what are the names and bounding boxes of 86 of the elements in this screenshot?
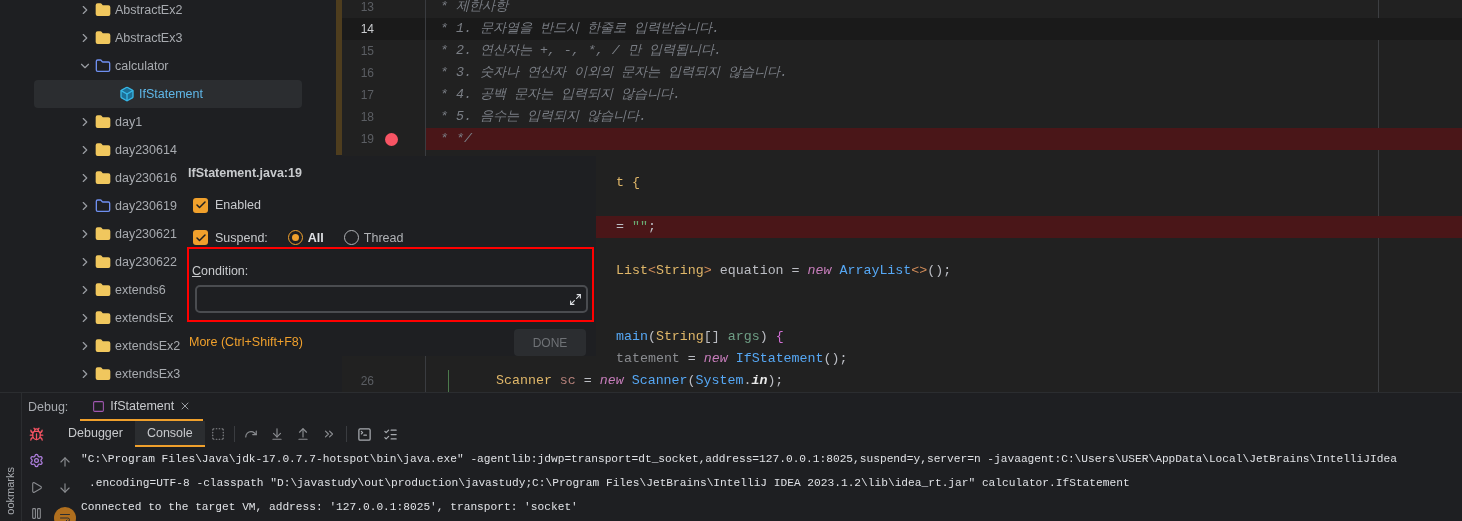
line-number: 15 <box>359 43 374 60</box>
app-icon <box>92 399 106 413</box>
code-text: = ""; <box>616 218 656 237</box>
code-text: tatement = new IfStatement(); <box>616 350 848 369</box>
panel-tab[interactable]: Console <box>134 421 205 447</box>
console-line: "C:\Program Files\Java\jdk-17.0.7.7-hotspot\bin\java.exe" -agentlib:jdwp=transport=dt_socket,address=127.0.0.1:8025,suspend=y,server=n -javaagent:C:\Users\USER\AppData\Local\JetBrains\IntelliJIdea <box>81 451 1397 467</box>
pause-icon[interactable] <box>29 507 43 520</box>
folder-icon <box>95 142 111 158</box>
tree-item-label: day230621 <box>115 225 177 243</box>
code-text: * 1. 문자열을 반드시 한줄로 입력받습니다. <box>440 20 720 39</box>
code-text: * 제한사항 <box>440 0 508 17</box>
folder-icon <box>95 30 111 46</box>
tree-item-label: AbstractEx2 <box>115 1 183 19</box>
line-number: 16 <box>359 65 374 82</box>
folder-icon <box>95 310 111 326</box>
line-number: 13 <box>359 0 374 16</box>
class-icon <box>119 86 135 102</box>
panel-label: Debug: <box>28 398 69 416</box>
tree-item-label: extends6 <box>115 281 166 299</box>
code-text: List<String> equation = new ArrayList<>(); <box>616 262 952 281</box>
code-text: t { <box>616 174 640 193</box>
side-tab[interactable]: ookmarks <box>2 467 19 515</box>
line-number: 19 <box>359 131 374 148</box>
resume-icon[interactable] <box>29 481 43 494</box>
folder-icon <box>95 254 111 270</box>
code-text: Scanner sc = new Scanner(System.in); <box>496 372 784 391</box>
tree-item-label: day230622 <box>115 253 177 271</box>
layout-icon[interactable] <box>210 427 225 441</box>
code-text: * */ <box>440 130 472 149</box>
code-text: * 2. 연산자는 +, -, *, / 만 입력됩니다. <box>440 42 722 61</box>
tree-item-label: day230616 <box>115 169 177 187</box>
folder-icon <box>95 282 111 298</box>
list-icon[interactable] <box>382 426 398 442</box>
radio-label: Thread <box>363 229 404 247</box>
folder-icon <box>95 226 111 242</box>
line-number: 17 <box>359 87 374 104</box>
checkbox-label: Suspend: <box>215 229 268 247</box>
tree-item[interactable]: day230614 <box>34 136 302 164</box>
terminal-icon[interactable] <box>356 426 372 442</box>
tree-item-label: AbstractEx3 <box>115 29 183 47</box>
code-text: * 3. 숫자나 연산자 이외의 문자는 입력되지 않습니다. <box>440 64 788 83</box>
checkbox[interactable] <box>193 197 208 213</box>
code-text: main(String[] args) { <box>616 328 784 347</box>
checkmark-icon <box>194 231 207 244</box>
settings-icon[interactable] <box>28 453 44 468</box>
folder-icon <box>95 170 111 186</box>
tree-item-label: IfStatement <box>139 85 203 103</box>
tree-item-label: day230614 <box>115 141 177 159</box>
step-out-icon[interactable] <box>295 427 310 441</box>
tree-item-label: day1 <box>115 113 143 131</box>
popup-title: IfStatement.java:19 <box>188 165 303 182</box>
tree-item[interactable]: AbstractEx2 <box>34 0 302 24</box>
more-link[interactable]: More (Ctrl+Shift+F8) <box>189 333 303 352</box>
tree-item-label: calculator <box>115 57 169 75</box>
line-number: 26 <box>359 373 374 390</box>
tree-item[interactable]: AbstractEx3 <box>34 24 302 52</box>
folder-icon <box>95 198 111 214</box>
folder-icon <box>95 58 111 74</box>
checkbox[interactable] <box>193 230 208 246</box>
tree-item[interactable]: day1 <box>34 108 302 136</box>
expand-icon[interactable] <box>569 292 582 306</box>
folder-icon <box>95 2 111 18</box>
folder-icon <box>95 366 111 382</box>
folder-icon <box>95 114 111 130</box>
code-text: * 4. 공백 문자는 입력되지 않습니다. <box>440 86 681 105</box>
line-number: 14 <box>359 21 374 38</box>
tree-item[interactable]: IfStatement <box>34 80 302 108</box>
tree-item[interactable]: calculator <box>34 52 302 80</box>
panel-tab[interactable]: Debugger <box>56 421 135 447</box>
line-number: 18 <box>359 109 374 126</box>
code-text: * 5. 음수는 입력되지 않습니다. <box>440 108 647 127</box>
console-line: .encoding=UTF-8 -classpath "D:\javastudy\out\production\javastudy;C:\Program Files\JetBrains\IntelliJ IDEA 2023.1.2\lib\idea_rt.jar" calculator.IfStatement <box>89 475 1130 491</box>
console-line: Connected to the target VM, address: '127.0.0.1:8025', transport: 'socket' <box>81 499 578 515</box>
bug-icon <box>29 426 44 442</box>
radio-label: All <box>307 229 324 247</box>
tree-item[interactable]: extendsEx <box>34 304 302 332</box>
tree-item-label: extendsEx2 <box>115 337 181 355</box>
tree-item-label: extendsEx3 <box>115 365 181 383</box>
checkbox-label: Enabled <box>215 196 261 214</box>
step-into-icon[interactable] <box>269 427 284 441</box>
breakpoint-icon[interactable] <box>384 132 398 146</box>
folder-icon <box>95 338 111 354</box>
tree-item[interactable]: extendsEx3 <box>34 360 302 388</box>
tree-item-label: day230619 <box>115 197 177 215</box>
condition-field[interactable] <box>195 285 588 313</box>
tree-item-label: extendsEx <box>115 309 174 327</box>
